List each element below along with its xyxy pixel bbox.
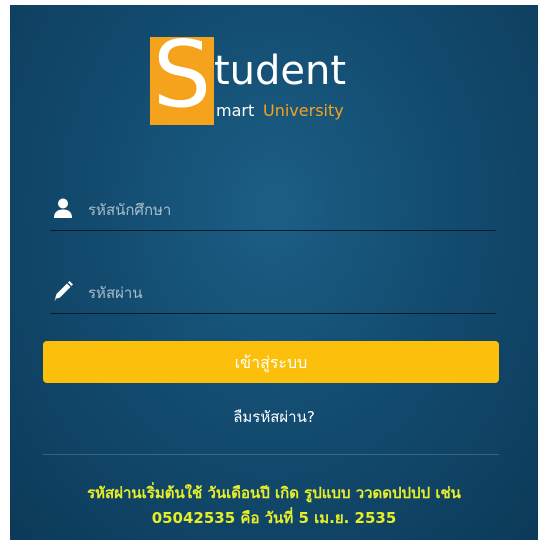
username-field — [50, 190, 496, 231]
password-hint-line1: รหัสผ่านเริ่มต้นใช้ วันเดือนปี เกิด รูปแ… — [87, 484, 461, 502]
pencil-icon — [52, 280, 74, 302]
student-logo: S tudent mart University — [150, 25, 396, 125]
logo-word: tudent — [214, 48, 347, 94]
divider — [43, 454, 499, 455]
login-panel: S tudent mart University เข้าสู่ระบบ ลืม… — [10, 5, 538, 540]
password-field — [50, 273, 496, 314]
password-hint: รหัสผ่านเริ่มต้นใช้ วันเดือนปี เกิด รูปแ… — [30, 481, 518, 531]
logo-tagline-mart: mart — [216, 101, 255, 120]
logo-letter: S — [152, 21, 212, 128]
login-button[interactable]: เข้าสู่ระบบ — [43, 341, 499, 383]
username-input[interactable] — [86, 194, 490, 226]
logo-tagline-university: University — [263, 101, 344, 120]
password-input[interactable] — [86, 277, 490, 309]
user-icon — [52, 197, 74, 219]
password-hint-line2: 05042535 คือ วันที่ 5 เม.ย. 2535 — [151, 509, 397, 527]
forgot-password-link[interactable]: ลืมรหัสผ่าน? — [10, 405, 538, 429]
logo-s-box: S — [150, 25, 214, 125]
